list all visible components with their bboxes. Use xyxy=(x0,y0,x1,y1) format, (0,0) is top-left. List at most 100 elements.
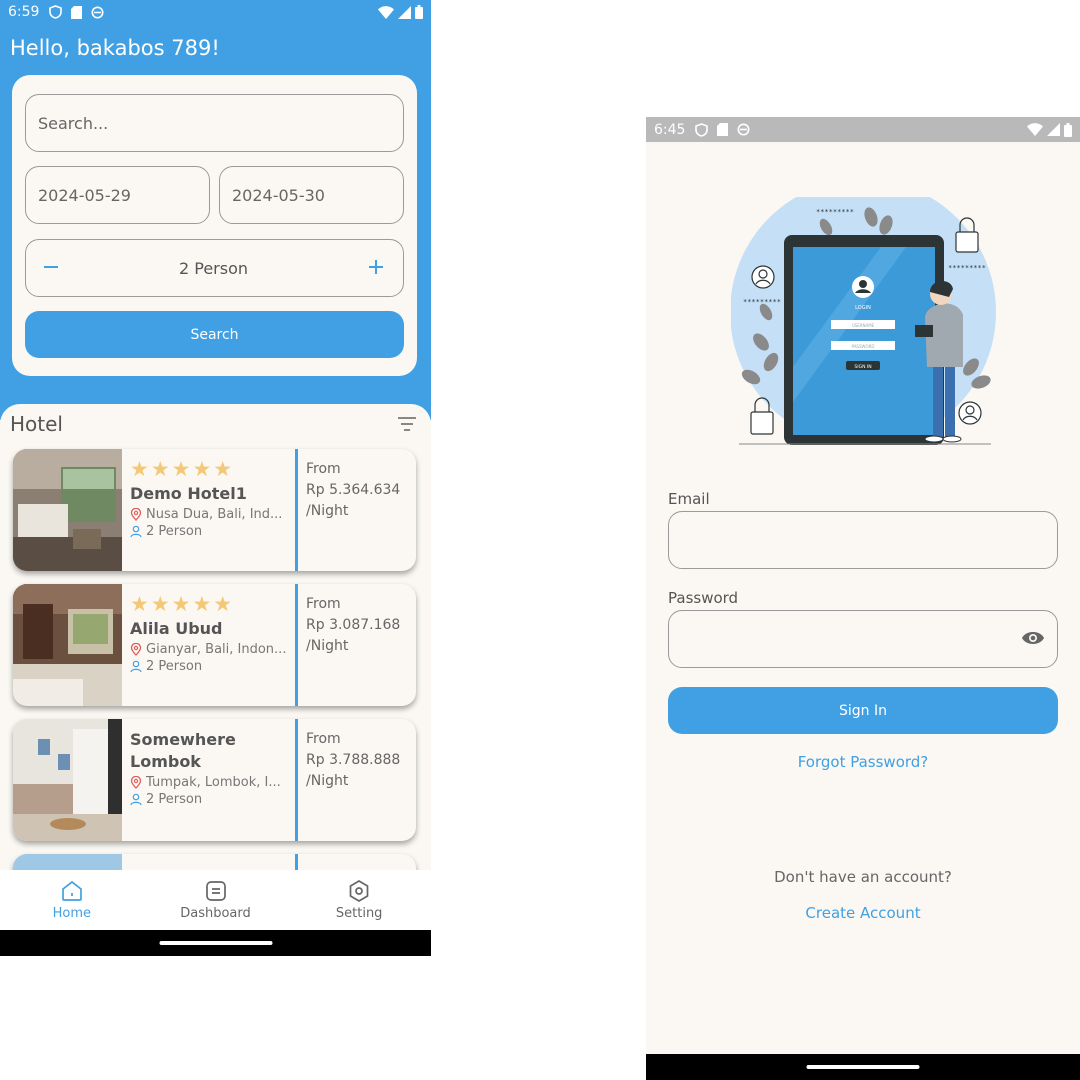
hotel-price: From Rp 5.364.634 /Night xyxy=(306,459,400,522)
email-label: Email xyxy=(668,490,710,508)
illustration-masked-text: ********* xyxy=(743,298,781,306)
location-pin-icon xyxy=(130,643,142,656)
battery-icon xyxy=(415,5,423,19)
minus-icon[interactable] xyxy=(42,255,60,281)
star-rating: ★★★★★ xyxy=(130,457,235,481)
price-from: From xyxy=(306,461,341,477)
illustration-password-text: PASSWORD xyxy=(852,344,875,349)
system-navigation-bar xyxy=(0,930,431,956)
hotel-photo xyxy=(13,449,122,571)
illustration-username-text: USERNAME xyxy=(852,323,875,328)
hotel-guests-text: 2 Person xyxy=(146,659,203,674)
illustration-masked-text: ********* xyxy=(948,264,986,272)
card-divider xyxy=(295,584,298,706)
check-out-date-field[interactable]: 2024-05-30 xyxy=(219,166,404,224)
status-bar: 6:59 xyxy=(0,0,431,24)
nav-setting-label: Setting xyxy=(335,906,383,921)
person-icon xyxy=(130,660,142,673)
password-field[interactable] xyxy=(668,610,1058,668)
hotel-card[interactable] xyxy=(13,854,416,871)
hotel-name: Demo Hotel1 xyxy=(130,484,247,503)
hotel-location: Tumpak, Lombok, I... xyxy=(130,775,300,790)
wifi-icon xyxy=(1027,123,1043,136)
password-label: Password xyxy=(668,589,739,607)
home-screen: 6:59 Hello, bakabos 789! Search... 2024-… xyxy=(0,0,431,956)
login-illustration: LOGIN USERNAME PASSWORD SIGN IN ********… xyxy=(731,197,996,445)
person-icon xyxy=(130,793,142,806)
hotel-card[interactable]: Somewhere Lombok Tumpak, Lombok, I... 2 … xyxy=(13,719,416,841)
nav-dashboard-label: Dashboard xyxy=(180,906,251,921)
no-account-text: Don't have an account? xyxy=(774,868,952,886)
price-value: Rp 3.087.168 xyxy=(306,617,401,633)
hotel-guests: 2 Person xyxy=(130,659,300,674)
forgot-password-link[interactable]: Forgot Password? xyxy=(646,753,1080,771)
guest-count: 2 Person xyxy=(178,258,249,278)
guest-stepper: 2 Person xyxy=(25,239,404,297)
hotel-name: Somewhere Lombok xyxy=(130,730,236,771)
hotel-price: From Rp 3.788.888 /Night xyxy=(306,729,400,792)
email-field[interactable] xyxy=(668,511,1058,569)
sdcard-icon xyxy=(717,123,729,136)
hotel-location: Nusa Dua, Bali, Ind... xyxy=(130,507,300,522)
price-from: From xyxy=(306,596,341,612)
location-pin-icon xyxy=(130,508,142,521)
status-bar: 6:45 xyxy=(646,117,1080,142)
hotel-price: From Rp 3.087.168 /Night xyxy=(306,594,400,657)
hotel-photo xyxy=(13,584,122,706)
eye-icon[interactable] xyxy=(1021,629,1045,647)
hotel-location-text: Nusa Dua, Bali, Ind... xyxy=(146,507,283,522)
sync-icon xyxy=(91,6,104,18)
card-divider xyxy=(295,449,298,571)
hotel-location: Gianyar, Bali, Indon... xyxy=(130,642,300,657)
hotel-guests: 2 Person xyxy=(130,524,300,539)
hotel-guests-text: 2 Person xyxy=(146,524,203,539)
dashboard-icon xyxy=(205,881,226,901)
hotel-card[interactable]: ★★★★★ Demo Hotel1 Nusa Dua, Bali, Ind...… xyxy=(13,449,416,571)
price-from: From xyxy=(306,731,341,747)
battery-icon xyxy=(1064,122,1072,137)
home-icon xyxy=(61,880,82,901)
search-input[interactable]: Search... xyxy=(25,94,404,152)
price-unit: /Night xyxy=(306,638,349,654)
price-unit: /Night xyxy=(306,503,349,519)
check-in-date-field[interactable]: 2024-05-29 xyxy=(25,166,210,224)
card-divider xyxy=(295,854,298,871)
home-gesture-pill[interactable] xyxy=(159,941,272,945)
shield-icon xyxy=(49,5,63,19)
hotel-name: Alila Ubud xyxy=(130,619,223,638)
nav-home[interactable]: Home xyxy=(0,870,144,930)
hotel-guests: 2 Person xyxy=(130,792,300,807)
status-time: 6:45 xyxy=(654,121,686,138)
illustration-masked-text: ********* xyxy=(816,208,854,216)
sync-icon xyxy=(737,123,750,136)
nav-dashboard[interactable]: Dashboard xyxy=(144,870,288,930)
search-button[interactable]: Search xyxy=(25,311,404,358)
hotel-photo xyxy=(13,854,122,871)
section-title: Hotel xyxy=(10,412,63,436)
hotel-card[interactable]: ★★★★★ Alila Ubud Gianyar, Bali, Indon...… xyxy=(13,584,416,706)
location-pin-icon xyxy=(130,776,142,789)
search-card: Search... 2024-05-29 2024-05-30 2 Person… xyxy=(12,75,417,376)
create-account-link[interactable]: Create Account xyxy=(646,904,1080,922)
illustration-signin-text: SIGN IN xyxy=(854,364,871,370)
hotel-location-text: Tumpak, Lombok, I... xyxy=(146,775,281,790)
sign-in-button[interactable]: Sign In xyxy=(668,687,1058,734)
nav-setting[interactable]: Setting xyxy=(287,870,431,930)
filter-icon[interactable] xyxy=(397,416,417,432)
price-unit: /Night xyxy=(306,773,349,789)
greeting: Hello, bakabos 789! xyxy=(10,36,220,60)
hotel-photo xyxy=(13,719,122,841)
nav-home-label: Home xyxy=(52,906,92,921)
status-time: 6:59 xyxy=(8,4,40,20)
star-rating: ★★★★★ xyxy=(130,592,235,616)
hotel-guests-text: 2 Person xyxy=(146,792,203,807)
price-value: Rp 3.788.888 xyxy=(306,752,401,768)
person-icon xyxy=(130,525,142,538)
card-divider xyxy=(295,719,298,841)
shield-icon xyxy=(695,122,709,137)
sdcard-icon xyxy=(71,5,83,19)
plus-icon[interactable] xyxy=(367,255,385,281)
signal-icon xyxy=(1047,123,1060,136)
home-gesture-pill[interactable] xyxy=(806,1065,920,1069)
hotel-location-text: Gianyar, Bali, Indon... xyxy=(146,642,287,657)
